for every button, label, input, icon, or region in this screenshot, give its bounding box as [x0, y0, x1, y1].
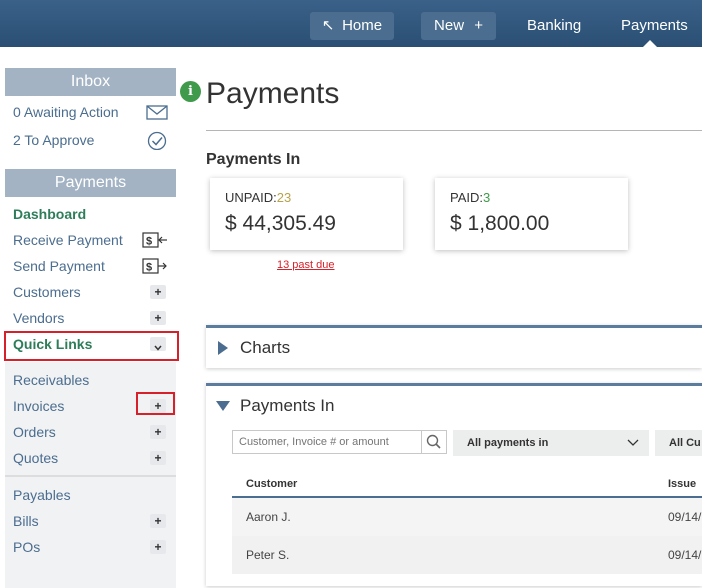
sidebar-item-customers[interactable]: Customers +	[5, 279, 176, 305]
table-row[interactable]: Peter S. 09/14/	[232, 536, 702, 574]
search-button[interactable]	[422, 430, 447, 454]
past-due-link[interactable]: 13 past due	[277, 259, 335, 271]
add-quote-plus-icon[interactable]: +	[150, 451, 166, 465]
table-row[interactable]: Aaron J. 09/14/	[232, 498, 702, 536]
invoices-add-highlight	[136, 392, 175, 415]
svg-text:$: $	[146, 262, 152, 274]
sidebar-item-pos[interactable]: POs +	[5, 534, 176, 560]
customer-cell: Aaron J.	[246, 510, 291, 524]
unpaid-amount: $ 44,305.49	[225, 212, 336, 235]
paid-card[interactable]: PAID:3 $ 1,800.00	[435, 178, 628, 250]
sidebar-item-bills[interactable]: Bills +	[5, 508, 176, 534]
add-bill-plus-icon[interactable]: +	[150, 514, 166, 528]
payments-in-title: Payments In	[240, 396, 335, 415]
svg-text:$: $	[146, 236, 152, 248]
customer-cell: Peter S.	[246, 548, 290, 562]
payables-group: Payables Bills + POs +	[5, 477, 176, 588]
top-navigation-bar: ↖ Home New + Banking Payments	[0, 0, 702, 47]
page-title: Payments	[206, 77, 340, 110]
payments-in-section-title: Payments In	[206, 151, 301, 168]
payments-in-panel: Payments In All payments in All Cu Custo…	[206, 383, 702, 586]
paid-label: PAID:3	[450, 190, 491, 205]
charts-panel[interactable]: Charts	[206, 325, 702, 368]
column-header-issue[interactable]: Issue	[668, 478, 696, 490]
title-divider	[206, 130, 702, 131]
unpaid-label: UNPAID:23	[225, 190, 292, 205]
sidebar: Inbox 0 Awaiting Action 2 To Approve Pay…	[5, 68, 176, 588]
paid-amount: $ 1,800.00	[450, 212, 550, 235]
add-order-plus-icon[interactable]: +	[150, 425, 166, 439]
sidebar-item-to-approve[interactable]: 2 To Approve	[5, 127, 176, 153]
send-payment-icon: $	[142, 258, 167, 274]
check-circle-icon	[147, 131, 167, 150]
search-input[interactable]	[232, 430, 422, 454]
charts-title: Charts	[240, 338, 291, 357]
chevron-down-icon	[627, 439, 639, 446]
sidebar-item-receive-payment[interactable]: Receive Payment $	[5, 227, 176, 253]
collapse-triangle-icon[interactable]	[216, 401, 230, 411]
expand-triangle-icon[interactable]	[218, 341, 228, 355]
sidebar-item-quotes[interactable]: Quotes +	[5, 445, 176, 471]
receivables-group: Receivables Invoices + Orders + Quotes +	[5, 362, 176, 475]
issue-date-cell: 09/14/	[668, 510, 702, 524]
sidebar-item-receivables[interactable]: Receivables	[5, 367, 176, 393]
payments-filter-select[interactable]: All payments in	[453, 430, 649, 456]
receive-payment-icon: $	[142, 232, 167, 248]
sidebar-item-payables[interactable]: Payables	[5, 482, 176, 508]
payments-tab[interactable]: Payments	[621, 12, 688, 40]
new-button[interactable]: New +	[421, 12, 496, 40]
sidebar-item-orders[interactable]: Orders +	[5, 419, 176, 445]
paid-count: 3	[483, 190, 491, 205]
info-icon[interactable]: i	[180, 81, 201, 102]
search-icon	[426, 434, 441, 449]
sidebar-item-vendors[interactable]: Vendors +	[5, 305, 176, 331]
issue-date-cell: 09/14/	[668, 548, 702, 562]
inbox-header: Inbox	[5, 68, 176, 96]
unpaid-count: 23	[276, 190, 292, 205]
envelope-icon	[146, 105, 168, 120]
column-header-customer[interactable]: Customer	[246, 478, 297, 490]
sidebar-item-send-payment[interactable]: Send Payment $	[5, 253, 176, 279]
add-vendor-plus-icon[interactable]: +	[150, 311, 166, 325]
add-po-plus-icon[interactable]: +	[150, 540, 166, 554]
banking-tab[interactable]: Banking	[527, 12, 581, 40]
home-button[interactable]: ↖ Home	[310, 12, 394, 40]
customer-filter-select[interactable]: All Cu	[655, 430, 702, 456]
sidebar-item-awaiting-action[interactable]: 0 Awaiting Action	[5, 99, 176, 125]
quick-links-highlight	[4, 331, 179, 361]
payments-header: Payments	[5, 169, 176, 197]
plus-icon: +	[474, 17, 483, 34]
sidebar-item-dashboard[interactable]: Dashboard	[5, 201, 176, 227]
arrow-up-left-icon: ↖	[321, 17, 335, 34]
active-tab-caret	[643, 40, 657, 47]
unpaid-card[interactable]: UNPAID:23 $ 44,305.49	[210, 178, 403, 250]
add-customer-plus-icon[interactable]: +	[150, 285, 166, 299]
